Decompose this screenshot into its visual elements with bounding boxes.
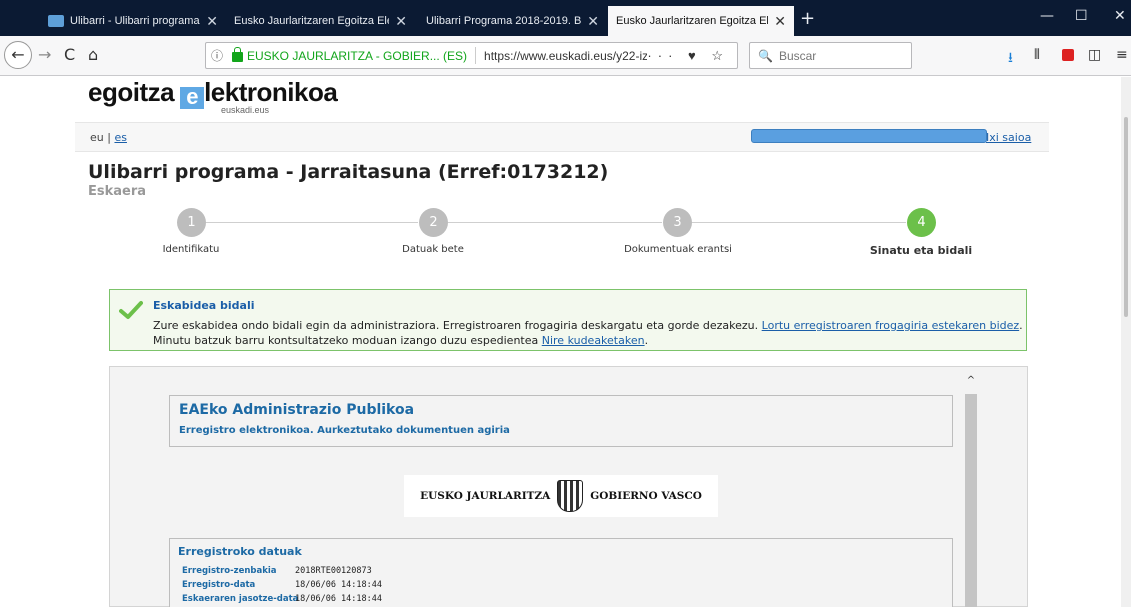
maximize-button[interactable]: ☐ [1075, 8, 1088, 24]
page-subtitle: Eskaera [88, 184, 147, 199]
extension-icon[interactable] [1062, 49, 1074, 61]
minimize-button[interactable]: — [1040, 8, 1054, 24]
search-placeholder: Buscar [778, 48, 817, 63]
lang-link-es[interactable]: es [114, 131, 127, 144]
menu-icon[interactable]: ≡ [1116, 47, 1128, 63]
alert-message-line-1: Zure eskabidea ondo bidali egin da admin… [153, 319, 1023, 332]
browser-tab-3[interactable]: Ulibarri Programa 2018-2019. Berriz ✕ [418, 6, 607, 36]
sidebar-icon[interactable]: ◫ [1088, 47, 1101, 63]
page-scrollbar[interactable] [1121, 77, 1131, 607]
home-button[interactable]: ⌂ [88, 45, 98, 64]
forward-button[interactable]: → [38, 45, 51, 64]
favicon-icon [48, 15, 64, 27]
emblem-text-right: GOBIERNO VASCO [590, 490, 702, 502]
step-1-label: Identifikatu [162, 244, 220, 255]
back-button[interactable]: ← [4, 41, 32, 69]
browser-tab-2[interactable]: Eusko Jaurlaritzaren Egoitza Elektro ✕ [226, 6, 415, 36]
site-info-icon[interactable]: ⓘ [211, 47, 229, 64]
browser-tab-4-active[interactable]: Eusko Jaurlaritzaren Egoitza Elektro ✕ [608, 6, 794, 36]
step-3-circle: 3 [663, 208, 692, 237]
step-connector [692, 222, 906, 223]
page-viewport: egoitza e lektronikoa euskadi.eus eu | es … [0, 77, 1131, 607]
document-scrollbar[interactable]: ^ [965, 375, 977, 607]
step-2-circle: 2 [419, 208, 448, 237]
checkmark-icon [119, 301, 143, 319]
search-bar[interactable]: 🔍 Buscar [749, 42, 912, 69]
registry-label: Erregistro-zenbakia [182, 566, 277, 576]
registry-label: Erregistro-data [182, 580, 256, 590]
download-receipt-link[interactable]: Lortu erregistroaren frogagiria estekare… [762, 319, 1020, 332]
tab-close-icon[interactable]: ✕ [587, 13, 599, 30]
library-icon[interactable]: ⫴ [1034, 47, 1040, 63]
tab-title: Eusko Jaurlaritzaren Egoitza Elektro [616, 15, 768, 27]
step-2-label: Datuak bete [402, 244, 464, 255]
url-separator [475, 47, 477, 64]
registry-heading: Erregistroko datuak [178, 545, 302, 558]
search-icon: 🔍 [758, 48, 773, 63]
lang-current: eu [90, 131, 104, 144]
step-connector [206, 222, 418, 223]
success-alert: Eskabidea bidali Zure eskabidea ondo bid… [109, 289, 1027, 351]
coat-of-arms-icon [557, 480, 584, 512]
step-4-label: Sinatu eta bidali [869, 244, 973, 257]
tab-close-icon[interactable]: ✕ [395, 13, 407, 30]
document-subtitle: Erregistro elektronikoa. Aurkeztutako do… [179, 425, 510, 436]
tab-close-icon[interactable]: ✕ [206, 13, 218, 30]
alert-text-end: . [644, 334, 649, 347]
tab-title: Ulibarri - Ulibarri programa [70, 15, 200, 27]
logo-text-left: egoitza [88, 77, 175, 107]
logo-text-right: lektronikoa [204, 77, 338, 107]
alert-text-end: . [1019, 319, 1023, 332]
registry-label: Eskaeraren jasotze-data [182, 594, 299, 604]
page-title: Ulibarri programa - Jarraitasuna (Erref:… [88, 161, 609, 183]
government-emblem: EUSKO JAURLARITZA GOBIERNO VASCO [404, 475, 718, 517]
scroll-up-icon[interactable]: ^ [965, 375, 977, 386]
step-3-label: Dokumentuak erantsi [624, 244, 732, 255]
logout-link[interactable]: Ixi saioa [986, 131, 1031, 144]
my-procedures-link[interactable]: Nire kudeaketaken [542, 334, 645, 347]
scrollbar-thumb[interactable] [965, 394, 977, 607]
tab-close-icon[interactable]: ✕ [774, 13, 786, 30]
close-window-button[interactable]: ✕ [1114, 8, 1126, 24]
browser-tab-1[interactable]: Ulibarri - Ulibarri programa ✕ [40, 6, 226, 36]
alert-text: Minutu batzuk barru kontsultatzeko modua… [153, 334, 539, 347]
tab-title: Eusko Jaurlaritzaren Egoitza Elektro [234, 15, 389, 27]
page-scrollbar-thumb[interactable] [1124, 117, 1128, 317]
lock-icon [232, 46, 243, 62]
logo-e-box: e [180, 86, 205, 109]
registry-value: 18/06/06 14:18:44 [295, 580, 382, 590]
language-bar: eu | es Ixi saioa [75, 122, 1049, 152]
user-name-bar [751, 129, 987, 143]
logo-subtitle: euskadi.eus [221, 105, 270, 115]
emblem-text-left: EUSKO JAURLARITZA [420, 490, 551, 502]
url-text[interactable]: https://www.euskadi.eus/y22-izapid [484, 49, 647, 63]
document-header-box: EAEko Administrazio Publikoa Erregistro … [169, 395, 953, 447]
registry-data-box: Erregistroko datuak Erregistro-zenbakia … [169, 538, 953, 607]
site-identity[interactable]: EUSKO JAURLARITZA - GOBIER... (ES) [247, 49, 467, 63]
alert-title: Eskabidea bidali [153, 299, 255, 312]
page-actions-icons[interactable]: ··· ♥ ☆ [647, 48, 729, 64]
lang-separator: | [107, 131, 111, 144]
document-title: EAEko Administrazio Publikoa [179, 402, 415, 418]
registry-value: 18/06/06 14:18:44 [295, 594, 382, 604]
alert-message-line-2: Minutu batzuk barru kontsultatzeko modua… [153, 334, 648, 347]
browser-tab-strip: Ulibarri - Ulibarri programa ✕ Eusko Jau… [0, 0, 1131, 36]
browser-toolbar: ← → C ⌂ ⓘ EUSKO JAURLARITZA - GOBIER... … [0, 36, 1131, 76]
registry-value: 2018RTE00120873 [295, 566, 372, 576]
language-switcher: eu | es [90, 131, 127, 144]
download-icon[interactable]: ⭳ [1008, 47, 1013, 71]
url-bar[interactable]: ⓘ EUSKO JAURLARITZA - GOBIER... (ES) htt… [205, 42, 738, 69]
step-connector [448, 222, 662, 223]
site-logo[interactable]: egoitza e lektronikoa [88, 77, 338, 109]
step-4-circle: 4 [907, 208, 936, 237]
receipt-document-viewer[interactable]: ^ EAEko Administrazio Publikoa Erregistr… [109, 366, 1028, 607]
alert-text: Zure eskabidea ondo bidali egin da admin… [153, 319, 759, 332]
reload-button[interactable]: C [64, 45, 75, 64]
tab-title: Ulibarri Programa 2018-2019. Berriz [426, 15, 582, 27]
step-1-circle: 1 [177, 208, 206, 237]
new-tab-button[interactable]: + [800, 8, 815, 29]
